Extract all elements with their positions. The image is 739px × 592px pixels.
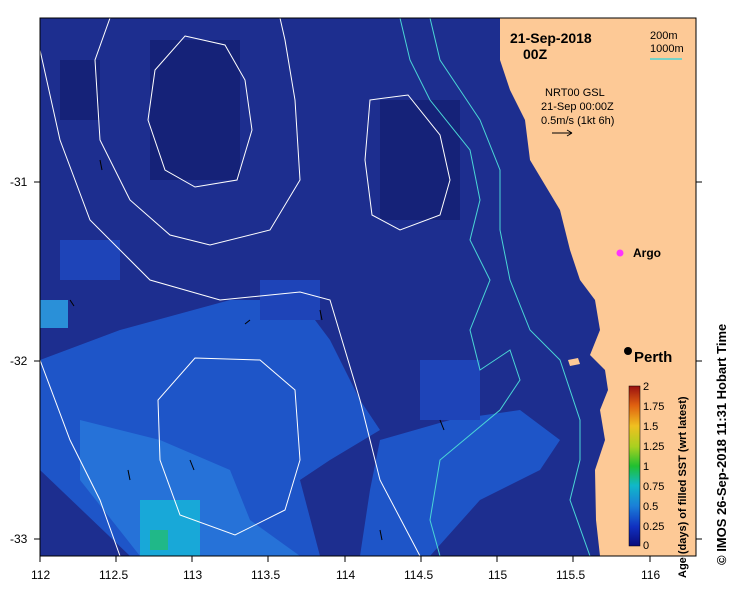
colorbar-tick: 1.25	[643, 441, 665, 453]
sst-map	[34, 17, 702, 562]
sst-green-patch	[150, 530, 168, 550]
x-tick-label: 112	[31, 568, 51, 582]
depth-200m-label: 200m	[650, 30, 678, 42]
y-tick-label: -31	[10, 175, 28, 189]
perth-marker	[624, 347, 632, 355]
x-tick-label: 113.5	[251, 568, 281, 582]
current-scale: 0.5m/s (1kt 6h)	[541, 115, 615, 127]
colorbar-tick: 0	[643, 540, 650, 552]
colorbar-tick: 0.75	[643, 481, 665, 493]
colorbar-tick: 1	[643, 461, 650, 473]
x-tick-label: 113	[183, 568, 203, 582]
colorbar-tick: 1.5	[643, 421, 659, 433]
argo-label: Argo	[633, 246, 661, 260]
x-tick-label: 114.5	[404, 568, 434, 582]
depth-1000m-label: 1000m	[650, 43, 684, 55]
colorbar-tick: 1.75	[643, 401, 665, 413]
colorbar-tick: 0.5	[643, 501, 659, 513]
colorbar	[628, 385, 641, 547]
current-source: NRT00 GSL	[545, 87, 605, 99]
y-tick-label: -32	[10, 354, 28, 368]
current-time: 21-Sep 00:00Z	[541, 101, 614, 113]
map-time: 00Z	[523, 46, 548, 62]
imos-credit: © IMOS 26-Sep-2018 11:31 Hobart Time	[714, 323, 729, 565]
colorbar-tick: 2	[643, 381, 650, 393]
y-tick-label: -33	[10, 532, 28, 546]
x-tick-label: 115.5	[556, 568, 586, 582]
colorbar-title: Age (days) of filled SST (wrt latest)	[677, 396, 689, 578]
argo-marker	[616, 249, 624, 257]
colorbar-tick: 0.25	[643, 521, 665, 533]
map-date: 21-Sep-2018	[510, 30, 592, 46]
sst-west-patch	[40, 300, 68, 328]
x-tick-label: 115	[488, 568, 508, 582]
x-tick-label: 114	[336, 568, 356, 582]
x-ticks	[39, 556, 651, 562]
perth-label: Perth	[634, 349, 673, 366]
x-tick-label: 112.5	[99, 568, 129, 582]
x-tick-label: 116	[641, 568, 661, 582]
sst-cyan-patch	[140, 500, 200, 556]
